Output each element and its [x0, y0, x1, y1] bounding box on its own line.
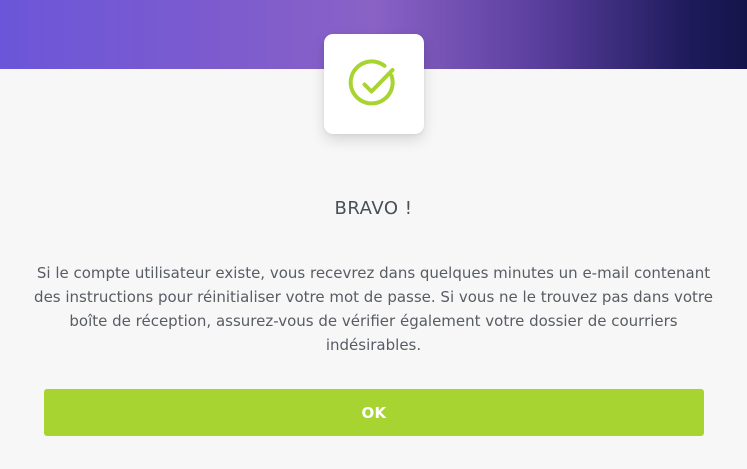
ok-button[interactable]: OK	[44, 389, 704, 436]
check-circle-icon	[348, 59, 395, 106]
dialog-message: Si le compte utilisateur existe, vous re…	[34, 264, 713, 354]
icon-card	[324, 34, 424, 134]
success-dialog: BRAVO ! Si le compte utilisateur existe,…	[0, 0, 747, 469]
dialog-title: BRAVO !	[334, 198, 413, 219]
